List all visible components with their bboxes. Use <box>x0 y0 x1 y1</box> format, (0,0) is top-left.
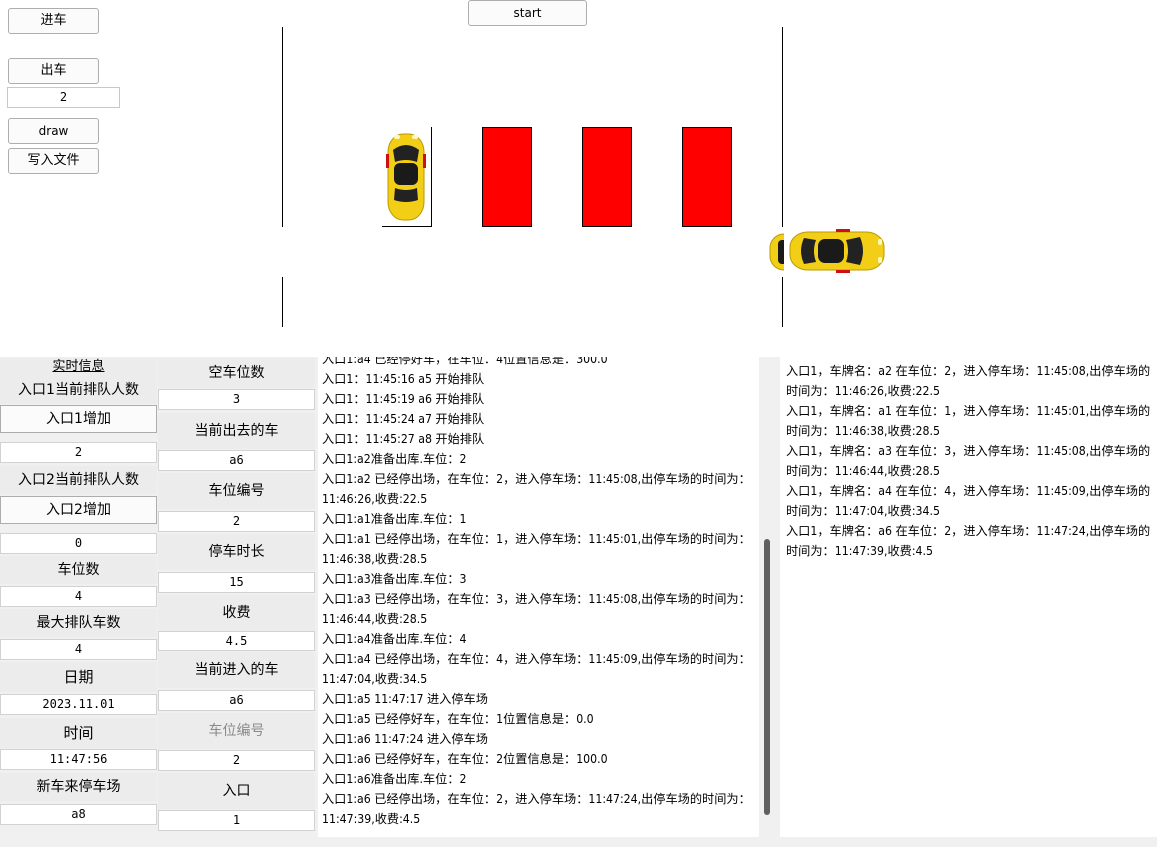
empty-slots-label: 空车位数 <box>158 358 315 388</box>
queued-car-back-icon <box>769 233 784 271</box>
slot-count-label: 车位数 <box>0 556 157 584</box>
max-queue-label: 最大排队车数 <box>0 609 157 637</box>
current-in-label: 当前进入的车 <box>158 652 315 688</box>
parked-car-icon <box>386 133 426 221</box>
log-line: 入口1:a6准备出库.车位：2 <box>322 772 467 786</box>
arriving-car-icon <box>789 229 885 273</box>
parking-slot-3 <box>582 127 632 227</box>
entrance2-add-button[interactable]: 入口2增加 <box>0 496 157 524</box>
record-line: 入口1，车牌名：a2 在车位：2，进入停车场：11:45:08,出停车场的时间为… <box>786 364 1151 398</box>
left-wall-top <box>282 27 283 227</box>
log-line: 入口1:a5 已经停好车，在车位：1位置信息是：0.0 <box>322 712 594 726</box>
log-line: 入口1:a1 已经停出场，在车位：1，进入停车场：11:45:01,出停车场的时… <box>322 532 751 566</box>
slot-number-value: 2 <box>158 511 315 532</box>
empty-slots-value: 3 <box>158 389 315 410</box>
log-line: 入口1:a4 已经停好车，在车位：4位置信息是：300.0 <box>322 357 608 366</box>
entrance2-queue-value: 0 <box>0 533 157 554</box>
record-line: 入口1，车牌名：a4 在车位：4，进入停车场：11:45:09,出停车场的时间为… <box>786 484 1151 518</box>
right-wall-top <box>782 27 783 227</box>
exit-car-button[interactable]: 出车 <box>8 58 99 84</box>
records-panel[interactable]: 入口1，车牌名：a2 在车位：2，进入停车场：11:45:08,出停车场的时间为… <box>780 357 1157 837</box>
event-log[interactable]: 入口1:a4 已经停好车，在车位：4位置信息是：300.0 入口1：11:45:1… <box>318 357 759 837</box>
log-line: 入口1：11:45:27 a8 开始排队 <box>322 432 485 446</box>
current-out-value: a6 <box>158 450 315 471</box>
log-line: 入口1:a4 已经停出场，在车位：4，进入停车场：11:45:09,出停车场的时… <box>322 652 751 686</box>
log-line: 入口1:a4准备出库.车位：4 <box>322 632 467 646</box>
log-line: 入口1：11:45:19 a6 开始排队 <box>322 392 485 406</box>
duration-label: 停车时长 <box>158 534 315 570</box>
entrance2-queue-label: 入口2当前排队人数 <box>0 466 157 494</box>
log-line: 入口1:a6 已经停好车，在车位：2位置信息是：100.0 <box>322 752 608 766</box>
date-value: 2023.11.01 <box>0 694 157 715</box>
parking-slot-4 <box>682 127 732 227</box>
enter-car-button[interactable]: 进车 <box>8 8 99 34</box>
log-line: 入口1:a1准备出库.车位：1 <box>322 512 467 526</box>
parking-canvas <box>0 0 1157 357</box>
draw-button[interactable]: draw <box>8 118 99 144</box>
log-line: 入口1:a3准备出库.车位：3 <box>322 572 467 586</box>
log-scrollbar[interactable] <box>759 357 779 837</box>
new-car-label: 新车来停车场 <box>0 773 157 801</box>
time-value: 11:47:56 <box>0 749 157 770</box>
entrance-value: 1 <box>158 810 315 831</box>
log-line: 入口1：11:45:24 a7 开始排队 <box>322 412 485 426</box>
parking-slot-2 <box>482 127 532 227</box>
right-wall-bottom <box>782 277 783 327</box>
log-line: 入口1:a6 11:47:24 进入停车场 <box>322 732 488 746</box>
slot-count-value: 4 <box>0 586 157 607</box>
exit-slot-input[interactable]: 2 <box>7 87 120 108</box>
entrance1-queue-label: 入口1当前排队人数 <box>0 376 157 404</box>
slot-number-label: 车位编号 <box>158 473 315 509</box>
log-line: 入口1：11:45:16 a5 开始排队 <box>322 372 485 386</box>
log-line: 入口1:a2准备出库.车位：2 <box>322 452 467 466</box>
left-wall-bottom <box>282 277 283 327</box>
duration-value: 15 <box>158 572 315 593</box>
time-label: 时间 <box>0 718 157 748</box>
entrance1-add-button[interactable]: 入口1增加 <box>0 405 157 433</box>
current-in-value: a6 <box>158 690 315 711</box>
current-out-label: 当前出去的车 <box>158 413 315 449</box>
write-file-button[interactable]: 写入文件 <box>8 148 99 174</box>
log-line: 入口1:a5 11:47:17 进入停车场 <box>322 692 488 706</box>
realtime-info-title: 实时信息 <box>0 358 157 376</box>
log-scrollbar-thumb[interactable] <box>764 539 770 815</box>
record-line: 入口1，车牌名：a6 在车位：2，进入停车场：11:47:24,出停车场的时间为… <box>786 524 1151 558</box>
new-car-value: a8 <box>0 804 157 825</box>
slot-number2-value: 2 <box>158 750 315 771</box>
fee-label: 收费 <box>158 595 315 631</box>
slot-number2-label: 车位编号 <box>158 713 315 749</box>
entrance-label: 入口 <box>158 773 315 809</box>
record-line: 入口1，车牌名：a1 在车位：1，进入停车场：11:45:01,出停车场的时间为… <box>786 404 1151 438</box>
start-button[interactable]: start <box>468 0 587 26</box>
log-line: 入口1:a3 已经停出场，在车位：3，进入停车场：11:45:08,出停车场的时… <box>322 592 751 626</box>
log-line: 入口1:a6 已经停出场，在车位：2，进入停车场：11:47:24,出停车场的时… <box>322 792 751 826</box>
log-line: 入口1:a2 已经停出场，在车位：2，进入停车场：11:45:08,出停车场的时… <box>322 472 751 506</box>
entrance1-queue-value: 2 <box>0 442 157 463</box>
fee-value: 4.5 <box>158 631 315 651</box>
max-queue-value: 4 <box>0 639 157 660</box>
record-line: 入口1，车牌名：a3 在车位：3，进入停车场：11:45:08,出停车场的时间为… <box>786 444 1151 478</box>
date-label: 日期 <box>0 662 157 692</box>
